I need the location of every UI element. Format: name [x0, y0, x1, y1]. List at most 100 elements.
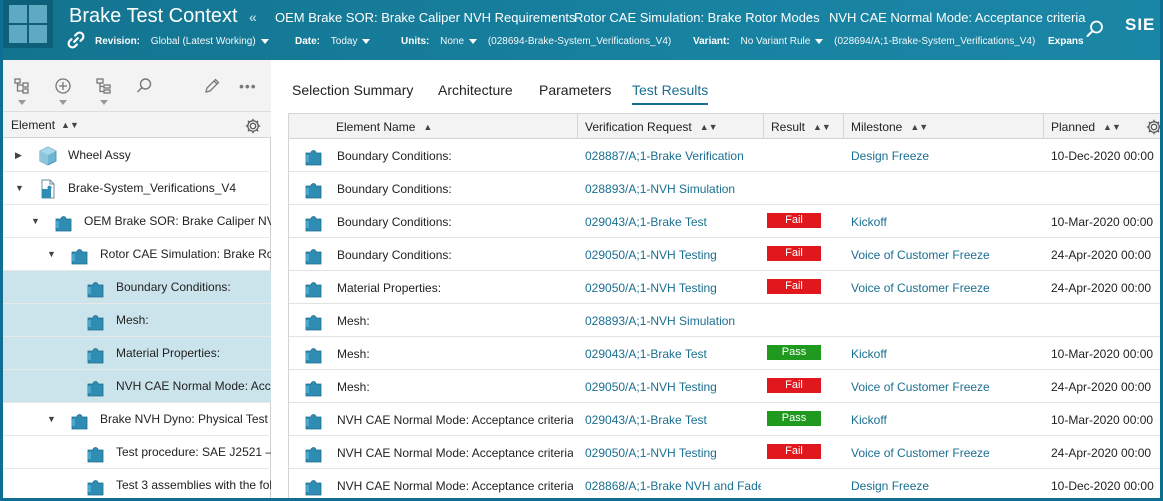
breadcrumb-item-3[interactable]: NVH CAE Normal Mode: Acceptance criteria [829, 10, 1085, 25]
tree-row[interactable]: Boundary Conditions: [3, 271, 271, 304]
cell-element-name: Boundary Conditions: [337, 215, 452, 229]
link-icon[interactable] [67, 31, 85, 49]
result-status-badge: Pass [767, 411, 821, 426]
cell-verification-request-link[interactable]: 028893/A;1-NVH Simulation [585, 314, 761, 328]
breadcrumb-item-2[interactable]: Rotor CAE Simulation: Brake Rotor Modes [574, 10, 820, 25]
tree-item-label: NVH CAE Normal Mode: Acceptance criteria [116, 379, 271, 393]
cell-milestone-link[interactable]: Voice of Customer Freeze [851, 248, 1039, 262]
edit-pencil-icon[interactable] [203, 77, 225, 99]
tree-row[interactable]: ▼ Brake-System_Verifications_V4 [3, 172, 271, 205]
chevron-down-icon[interactable] [59, 100, 67, 105]
table-row[interactable]: Material Properties: 029050/A;1-NVH Testi… [289, 271, 1160, 304]
sort-updown-icon[interactable]: ▲▼ [61, 120, 79, 130]
structure-view-icon[interactable] [13, 77, 35, 99]
cell-milestone-link[interactable]: Design Freeze [851, 479, 1039, 493]
column-header-milestone[interactable]: Milestone ▲▼ [843, 114, 1043, 139]
more-options-icon[interactable]: ••• [239, 78, 261, 100]
cell-milestone-link[interactable]: Design Freeze [851, 149, 1039, 163]
expand-chevron-down-icon[interactable]: ▼ [47, 249, 56, 259]
puzzle-icon [85, 277, 107, 299]
cell-verification-request-link[interactable]: 028868/A;1-Brake NVH and Fade [585, 479, 761, 493]
cell-milestone-link[interactable]: Voice of Customer Freeze [851, 446, 1039, 460]
variant-selector[interactable]: Variant: No Variant Rule (028694/A;1-Bra… [693, 36, 1035, 47]
tree-row[interactable]: Mesh: [3, 304, 271, 337]
tab-parameters[interactable]: Parameters [539, 82, 611, 98]
cell-verification-request-link[interactable]: 029043/A;1-Brake Test [585, 215, 761, 229]
table-row[interactable]: Boundary Conditions: 028887/A;1-Brake Ver… [289, 139, 1160, 172]
cell-milestone-link[interactable]: Voice of Customer Freeze [851, 281, 1039, 295]
revision-value: Global (Latest Working) [150, 36, 256, 47]
cell-milestone-link[interactable]: Kickoff [851, 347, 1039, 361]
sort-updown-icon[interactable]: ▲▼ [910, 122, 928, 132]
table-row[interactable]: Mesh: 029043/A;1-Brake Test Kickoff 10-Mar-… [289, 337, 1160, 370]
breadcrumb-item-1[interactable]: OEM Brake SOR: Brake Caliper NVH Require… [275, 10, 576, 25]
date-selector[interactable]: Date: Today [295, 36, 371, 47]
tree-row[interactable]: Test 3 assemblies with the following [3, 469, 271, 498]
table-row[interactable]: Boundary Conditions: 028893/A;1-NVH Simul… [289, 172, 1160, 205]
cell-milestone-link[interactable]: Kickoff [851, 215, 1039, 229]
tree-row[interactable]: Test procedure: SAE J2521 – Disc and Dru… [3, 436, 271, 469]
sort-updown-icon[interactable]: ▲▼ [1103, 122, 1121, 132]
table-header: Element Name ▲ Verification Request ▲▼ Res… [289, 113, 1163, 139]
table-row[interactable]: Boundary Conditions: 029043/A;1-Brake Tes… [289, 205, 1160, 238]
cell-milestone-link[interactable]: Kickoff [851, 413, 1039, 427]
cell-verification-request-link[interactable]: 029043/A;1-Brake Test [585, 413, 761, 427]
table-row[interactable]: NVH CAE Normal Mode: Acceptance criteria… [289, 469, 1160, 498]
cell-verification-request-link[interactable]: 029050/A;1-NVH Testing [585, 446, 761, 460]
tree-row[interactable]: ▶ Wheel Assy [3, 139, 271, 172]
tree-row[interactable]: ▼ Rotor CAE Simulation: Brake Rotor Modes [3, 238, 271, 271]
tree-row[interactable]: NVH CAE Normal Mode: Acceptance criteria [3, 370, 271, 403]
tree-row[interactable]: ▼ Brake NVH Dyno: Physical Test [3, 403, 271, 436]
revision-selector[interactable]: Revision: Global (Latest Working) [95, 36, 269, 47]
sort-updown-icon[interactable]: ▲▼ [700, 122, 718, 132]
gear-icon[interactable] [1145, 118, 1163, 136]
column-header-result[interactable]: Result ▲▼ [763, 114, 843, 139]
puzzle-icon [303, 244, 325, 266]
chevron-down-icon[interactable] [18, 100, 26, 105]
puzzle-icon [303, 178, 325, 200]
tree-row[interactable]: Material Properties: [3, 337, 271, 370]
add-icon[interactable] [54, 77, 76, 99]
cell-verification-request-link[interactable]: 029050/A;1-NVH Testing [585, 248, 761, 262]
table-row[interactable]: Boundary Conditions: 029050/A;1-NVH Testi… [289, 238, 1160, 271]
sort-updown-icon[interactable]: ▲▼ [813, 122, 831, 132]
table-row[interactable]: Mesh: 029050/A;1-NVH Testing Voice of Cust… [289, 370, 1160, 403]
expand-chevron-down-icon[interactable]: ▼ [47, 414, 56, 424]
cell-verification-request-link[interactable]: 028887/A;1-Brake Verification [585, 149, 761, 163]
hierarchy-icon[interactable] [95, 77, 117, 99]
column-header-element-name[interactable]: Element Name ▲ [329, 114, 577, 139]
gear-icon[interactable] [244, 117, 262, 135]
expand-chevron-down-icon[interactable]: ▼ [31, 216, 40, 226]
sort-ascending-icon[interactable]: ▲ [423, 122, 432, 132]
cell-milestone-link[interactable]: Voice of Customer Freeze [851, 380, 1039, 394]
table-row[interactable]: NVH CAE Normal Mode: Acceptance criteria… [289, 436, 1160, 469]
cell-verification-request-link[interactable]: 028893/A;1-NVH Simulation [585, 182, 761, 196]
tab-test-results[interactable]: Test Results [632, 82, 709, 105]
puzzle-icon [303, 211, 325, 233]
structure-column-header[interactable]: Element ▲▼ [3, 112, 271, 138]
expand-chevron-down-icon[interactable]: ▼ [15, 183, 24, 193]
chevron-down-icon [815, 38, 824, 44]
table-row[interactable]: NVH CAE Normal Mode: Acceptance criteria… [289, 403, 1160, 436]
chevron-down-icon[interactable] [100, 100, 108, 105]
tab-selection-summary[interactable]: Selection Summary [292, 82, 413, 98]
tree-item-label: Test procedure: SAE J2521 – Disc and Dru… [116, 445, 271, 459]
expand-chevron-right-icon[interactable]: ▶ [15, 150, 22, 161]
units-selector[interactable]: Units: None (028694-Brake-System_Verific… [401, 36, 671, 47]
search-icon[interactable] [135, 77, 157, 99]
expansion-selector[interactable]: Expans [1048, 36, 1084, 47]
puzzle-icon [303, 409, 325, 431]
puzzle-icon [69, 409, 91, 431]
tab-architecture[interactable]: Architecture [438, 82, 513, 98]
result-status-badge: Fail [767, 444, 821, 459]
search-icon[interactable] [1085, 19, 1105, 39]
column-header-verification-request[interactable]: Verification Request ▲▼ [577, 114, 763, 139]
cell-verification-request-link[interactable]: 029050/A;1-NVH Testing [585, 380, 761, 394]
table-row[interactable]: Mesh: 028893/A;1-NVH Simulation [289, 304, 1160, 337]
units-value: None [440, 36, 465, 47]
tree-row[interactable]: ▼ OEM Brake SOR: Brake Caliper NVH Requir… [3, 205, 271, 238]
app-menu-grid-icon[interactable] [3, 0, 53, 48]
cell-verification-request-link[interactable]: 029043/A;1-Brake Test [585, 347, 761, 361]
element-column-label: Element [11, 117, 56, 132]
cell-verification-request-link[interactable]: 029050/A;1-NVH Testing [585, 281, 761, 295]
